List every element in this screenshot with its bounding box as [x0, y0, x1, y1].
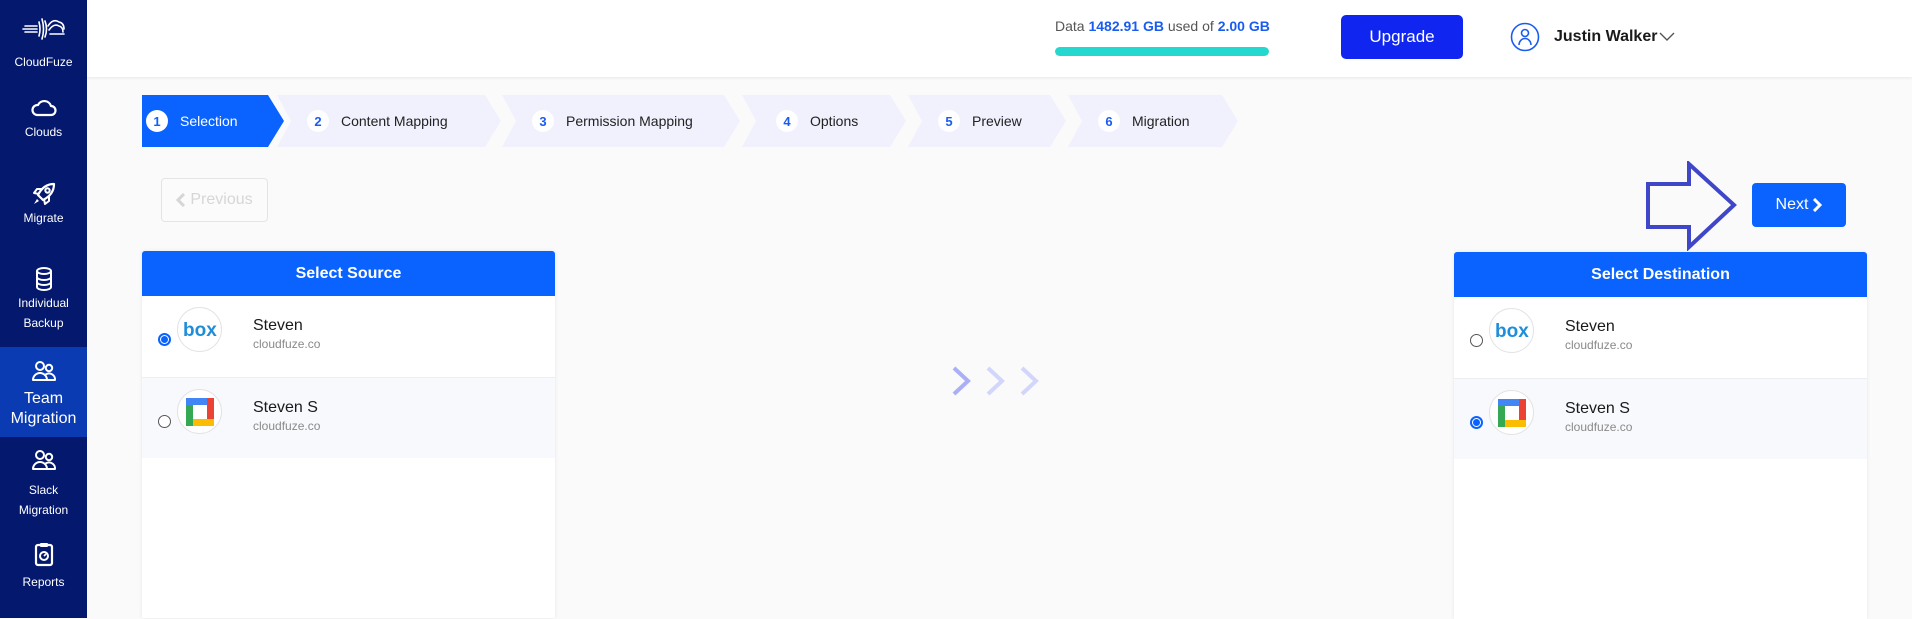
- usage-used-value: 1482.91 GB: [1088, 18, 1164, 34]
- destination-account-radio[interactable]: [1470, 334, 1483, 347]
- step-migration[interactable]: 6 Migration: [1068, 95, 1240, 147]
- step-number: 6: [1098, 110, 1120, 132]
- step-label: Options: [810, 113, 859, 129]
- storage-usage-fill: [1055, 47, 1269, 56]
- storage-usage-text: Data 1482.91 GB used of 2.00 GB: [1055, 18, 1270, 34]
- rocket-icon: [32, 182, 55, 205]
- panel-title: Select Destination: [1454, 252, 1867, 297]
- sidebar-item-label: Reports: [22, 575, 65, 589]
- chevron-right-icon: [1813, 198, 1823, 212]
- sidebar-item-label: Migration: [18, 503, 69, 517]
- account-domain: cloudfuze.co: [253, 337, 321, 351]
- account-domain: cloudfuze.co: [1565, 338, 1633, 352]
- destination-account-row[interactable]: box Steven cloudfuze.co: [1454, 297, 1867, 378]
- previous-button[interactable]: Previous: [161, 178, 268, 222]
- next-button[interactable]: Next: [1752, 183, 1846, 227]
- users-icon: [31, 450, 56, 470]
- account-domain: cloudfuze.co: [1565, 420, 1633, 434]
- box-logo-icon: box: [1489, 308, 1534, 353]
- chevron-left-icon: [176, 193, 186, 207]
- svg-text:box: box: [1495, 322, 1529, 340]
- google-workspace-logo-icon: [177, 389, 222, 434]
- select-destination-panel: Select Destination box Steven cloudfuze.…: [1454, 252, 1867, 619]
- step-label: Content Mapping: [341, 113, 448, 129]
- cloud-icon: [30, 99, 57, 117]
- account-name: Steven S: [253, 399, 318, 416]
- step-options[interactable]: 4 Options: [742, 95, 908, 147]
- sidebar-item-individual-backup[interactable]: Individual Backup: [0, 265, 87, 333]
- sidebar-item-reports[interactable]: Reports: [0, 540, 87, 592]
- box-logo-icon: box: [177, 307, 222, 352]
- step-number: 5: [938, 110, 960, 132]
- sidebar-item-label: Migrate: [23, 211, 64, 225]
- sidebar-item-label: Backup: [23, 316, 64, 330]
- sidebar: CloudFuze Clouds Migrate Individual Back…: [0, 0, 87, 618]
- account-name: Steven: [253, 317, 303, 334]
- usage-total-value: 2.00 GB: [1217, 18, 1270, 34]
- step-label: Selection: [180, 113, 238, 129]
- step-number: 1: [146, 110, 168, 132]
- panel-title: Select Source: [142, 251, 555, 296]
- transfer-arrows-icon: [952, 366, 1039, 396]
- step-label: Permission Mapping: [566, 113, 693, 129]
- next-label: Next: [1775, 196, 1809, 213]
- sidebar-item-slack-migration[interactable]: Slack Migration: [0, 446, 87, 520]
- hint-arrow-icon: [1646, 161, 1737, 251]
- cloudfuze-logo-icon: [21, 18, 65, 40]
- clipboard-report-icon: [34, 543, 53, 567]
- database-icon: [35, 267, 52, 291]
- step-selection[interactable]: 1 Selection: [142, 95, 284, 147]
- step-label: Migration: [1132, 113, 1190, 129]
- step-number: 3: [532, 110, 554, 132]
- step-number: 4: [776, 110, 798, 132]
- user-menu[interactable]: Justin Walker: [1510, 22, 1675, 52]
- google-workspace-logo-icon: [1489, 390, 1534, 435]
- account-name: Steven: [1565, 318, 1615, 335]
- upgrade-button[interactable]: Upgrade: [1341, 15, 1463, 59]
- sidebar-item-migrate[interactable]: Migrate: [0, 180, 87, 228]
- account-domain: cloudfuze.co: [253, 419, 321, 433]
- sidebar-item-label: Clouds: [24, 125, 63, 139]
- previous-label: Previous: [190, 191, 253, 208]
- step-number: 2: [307, 110, 329, 132]
- source-account-row[interactable]: box Steven cloudfuze.co: [142, 296, 555, 377]
- source-account-radio[interactable]: [158, 415, 171, 428]
- step-label: Preview: [972, 113, 1022, 129]
- source-account-radio[interactable]: [158, 333, 171, 346]
- user-name: Justin Walker: [1554, 28, 1658, 45]
- sidebar-item-label: Individual: [18, 296, 69, 310]
- destination-account-radio[interactable]: [1470, 416, 1483, 429]
- sidebar-brand-label: CloudFuze: [14, 55, 73, 69]
- account-name: Steven S: [1565, 400, 1630, 417]
- users-icon: [31, 361, 56, 381]
- user-avatar-icon: [1510, 22, 1540, 52]
- chevron-down-icon: [1659, 32, 1675, 41]
- svg-text:box: box: [183, 321, 217, 339]
- usage-middle: used of: [1167, 18, 1214, 34]
- select-source-panel: Select Source box Steven cloudfuze.co St…: [142, 251, 555, 618]
- sidebar-item-label: Slack: [28, 483, 59, 497]
- step-content-mapping[interactable]: 2 Content Mapping: [277, 95, 503, 147]
- step-permission-mapping[interactable]: 3 Permission Mapping: [502, 95, 742, 147]
- destination-account-row[interactable]: Steven S cloudfuze.co: [1454, 378, 1867, 459]
- sidebar-item-clouds[interactable]: Clouds: [0, 94, 87, 142]
- storage-usage-bar: [1055, 47, 1269, 56]
- sidebar-brand[interactable]: CloudFuze: [0, 14, 87, 72]
- sidebar-item-label: Migration: [10, 410, 77, 427]
- step-preview[interactable]: 5 Preview: [908, 95, 1068, 147]
- sidebar-item-team-migration[interactable]: Team Migration: [0, 347, 87, 437]
- source-account-row[interactable]: Steven S cloudfuze.co: [142, 377, 555, 458]
- sidebar-item-label: Team: [23, 390, 64, 407]
- usage-prefix: Data: [1055, 18, 1085, 34]
